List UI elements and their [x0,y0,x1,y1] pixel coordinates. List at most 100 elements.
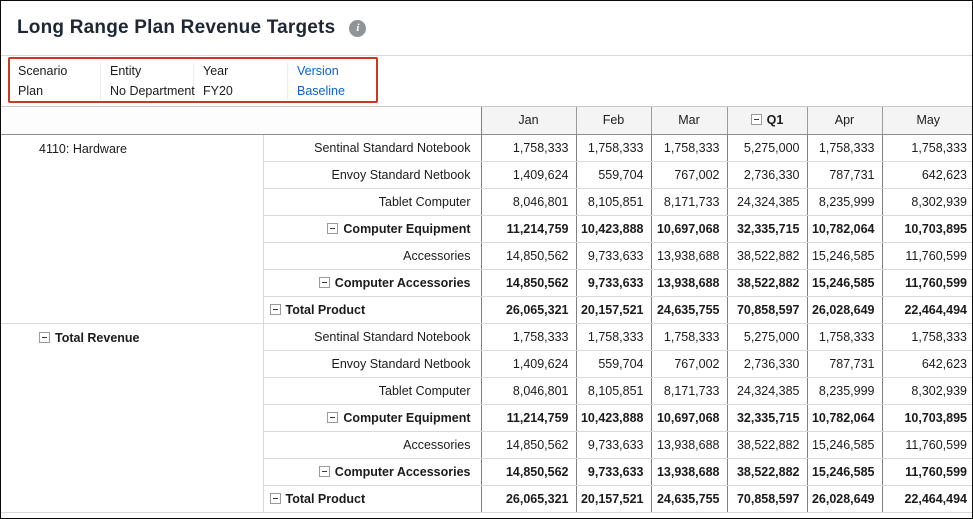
data-cell[interactable]: 10,697,068 [651,404,728,432]
data-cell[interactable]: 1,758,333 [481,323,577,351]
data-cell[interactable]: 559,704 [576,161,652,189]
data-cell[interactable]: 8,171,733 [651,377,728,405]
data-cell[interactable]: 15,246,585 [807,458,883,486]
row-member-header[interactable]: Accessories [263,431,482,459]
data-cell[interactable]: 10,782,064 [807,404,883,432]
pov-item-version[interactable]: Version Baseline [288,63,378,100]
data-cell[interactable]: 15,246,585 [807,242,883,270]
row-member-header[interactable]: Computer Accessories [263,269,482,297]
data-cell[interactable]: 1,758,333 [576,323,652,351]
data-cell[interactable]: 70,858,597 [727,296,808,324]
data-cell[interactable]: 5,275,000 [727,323,808,351]
data-cell[interactable]: 38,522,882 [727,458,808,486]
data-cell[interactable]: 11,760,599 [882,242,972,270]
data-cell[interactable]: 38,522,882 [727,269,808,297]
data-cell[interactable]: 10,423,888 [576,215,652,243]
data-cell[interactable]: 8,105,851 [576,188,652,216]
data-cell[interactable]: 24,324,385 [727,377,808,405]
data-cell[interactable]: 9,733,633 [576,431,652,459]
data-cell[interactable]: 14,850,562 [481,269,577,297]
data-cell[interactable]: 22,464,494 [882,485,972,513]
data-cell[interactable]: 8,235,999 [807,188,883,216]
column-header-may[interactable]: May [882,107,972,135]
column-header-feb[interactable]: Feb [576,107,652,135]
data-cell[interactable]: 11,760,599 [882,431,972,459]
column-header-apr[interactable]: Apr [807,107,883,135]
data-cell[interactable]: 1,758,333 [882,323,972,351]
pov-label-version[interactable]: Version [297,64,367,78]
data-cell[interactable]: 767,002 [651,350,728,378]
row-group-header[interactable]: 4110: Hardware [1,134,264,324]
data-cell[interactable]: 38,522,882 [727,242,808,270]
data-cell[interactable]: 8,171,733 [651,188,728,216]
row-member-header[interactable]: Total Product [263,485,482,513]
collapse-icon[interactable] [750,114,762,126]
row-member-header[interactable]: Tablet Computer [263,377,482,405]
data-cell[interactable]: 11,760,599 [882,458,972,486]
row-member-header[interactable]: Computer Equipment [263,215,482,243]
data-cell[interactable]: 767,002 [651,161,728,189]
data-cell[interactable]: 1,758,333 [651,323,728,351]
data-cell[interactable]: 1,758,333 [807,323,883,351]
data-cell[interactable]: 26,065,321 [481,296,577,324]
row-member-header[interactable]: Accessories [263,242,482,270]
data-cell[interactable]: 10,423,888 [576,404,652,432]
data-cell[interactable]: 14,850,562 [481,458,577,486]
data-cell[interactable]: 13,938,688 [651,242,728,270]
data-cell[interactable]: 24,635,755 [651,485,728,513]
row-member-header[interactable]: Envoy Standard Netbook [263,350,482,378]
data-cell[interactable]: 1,409,624 [481,350,577,378]
data-cell[interactable]: 787,731 [807,161,883,189]
data-cell[interactable]: 8,302,939 [882,377,972,405]
data-cell[interactable]: 13,938,688 [651,431,728,459]
data-cell[interactable]: 1,758,333 [651,134,728,162]
data-cell[interactable]: 14,850,562 [481,242,577,270]
data-cell[interactable]: 8,235,999 [807,377,883,405]
data-cell[interactable]: 10,703,895 [882,215,972,243]
data-cell[interactable]: 11,760,599 [882,269,972,297]
row-member-header[interactable]: Envoy Standard Netbook [263,161,482,189]
data-cell[interactable]: 5,275,000 [727,134,808,162]
collapse-icon[interactable] [269,492,281,504]
data-cell[interactable]: 1,758,333 [576,134,652,162]
collapse-icon[interactable] [269,303,281,315]
data-cell[interactable]: 20,157,521 [576,485,652,513]
row-group-header[interactable]: Total Revenue [1,323,264,513]
data-cell[interactable]: 11,214,759 [481,404,577,432]
data-cell[interactable]: 642,623 [882,161,972,189]
data-cell[interactable]: 70,858,597 [727,485,808,513]
data-cell[interactable]: 787,731 [807,350,883,378]
data-cell[interactable]: 9,733,633 [576,242,652,270]
data-cell[interactable]: 8,105,851 [576,377,652,405]
collapse-icon[interactable] [327,222,339,234]
data-cell[interactable]: 9,733,633 [576,458,652,486]
data-cell[interactable]: 8,046,801 [481,377,577,405]
collapse-icon[interactable] [327,411,339,423]
row-member-header[interactable]: Computer Accessories [263,458,482,486]
data-cell[interactable]: 13,938,688 [651,458,728,486]
row-member-header[interactable]: Computer Equipment [263,404,482,432]
data-cell[interactable]: 32,335,715 [727,404,808,432]
column-header-jan[interactable]: Jan [481,107,577,135]
data-cell[interactable]: 642,623 [882,350,972,378]
data-cell[interactable]: 1,758,333 [807,134,883,162]
data-cell[interactable]: 9,733,633 [576,269,652,297]
data-cell[interactable]: 26,028,649 [807,485,883,513]
info-icon[interactable]: i [349,19,367,37]
data-cell[interactable]: 10,782,064 [807,215,883,243]
data-cell[interactable]: 15,246,585 [807,269,883,297]
collapse-icon[interactable] [318,276,330,288]
data-cell[interactable]: 38,522,882 [727,431,808,459]
data-cell[interactable]: 20,157,521 [576,296,652,324]
data-cell[interactable]: 1,409,624 [481,161,577,189]
data-cell[interactable]: 22,464,494 [882,296,972,324]
data-cell[interactable]: 8,046,801 [481,188,577,216]
row-member-header[interactable]: Tablet Computer [263,188,482,216]
data-cell[interactable]: 24,324,385 [727,188,808,216]
data-cell[interactable]: 10,697,068 [651,215,728,243]
data-cell[interactable]: 24,635,755 [651,296,728,324]
row-member-header[interactable]: Sentinal Standard Notebook [263,323,482,351]
data-cell[interactable]: 559,704 [576,350,652,378]
data-cell[interactable]: 2,736,330 [727,350,808,378]
column-header-q1[interactable]: Q1 [727,107,808,135]
